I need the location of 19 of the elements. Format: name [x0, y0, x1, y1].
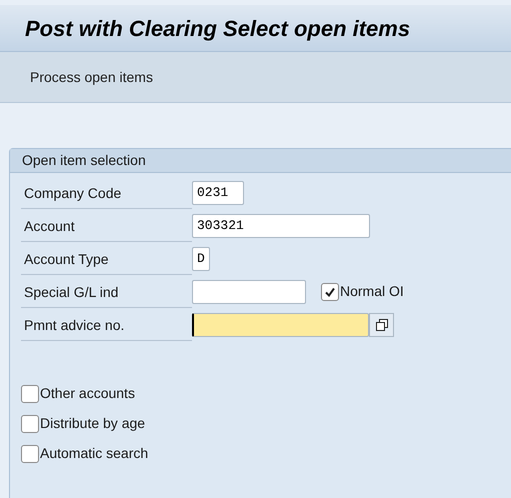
- input-field[interactable]: D: [192, 246, 210, 270]
- checkbox[interactable]: [321, 282, 339, 300]
- value-help-button[interactable]: [369, 312, 394, 336]
- toolbar-button[interactable]: Process open items: [30, 66, 153, 88]
- input-field[interactable]: [192, 280, 306, 304]
- checkbox[interactable]: [21, 384, 39, 402]
- copy-icon: [376, 318, 388, 330]
- checkmark-icon: [324, 286, 336, 298]
- group-title: Open item selection: [22, 151, 146, 170]
- input-field[interactable]: 0231: [192, 180, 244, 204]
- window-title: Post with Clearing Select open items: [25, 14, 410, 43]
- input-field[interactable]: [192, 312, 369, 336]
- checkbox[interactable]: [21, 414, 39, 432]
- checkbox-label: Other accounts: [40, 384, 135, 403]
- checkbox-label: Normal OI: [340, 282, 404, 301]
- checkbox-label: Distribute by age: [40, 414, 146, 433]
- checkbox[interactable]: [21, 444, 39, 462]
- input-field[interactable]: 303321: [192, 214, 370, 238]
- checkbox-label: Automatic search: [40, 444, 148, 463]
